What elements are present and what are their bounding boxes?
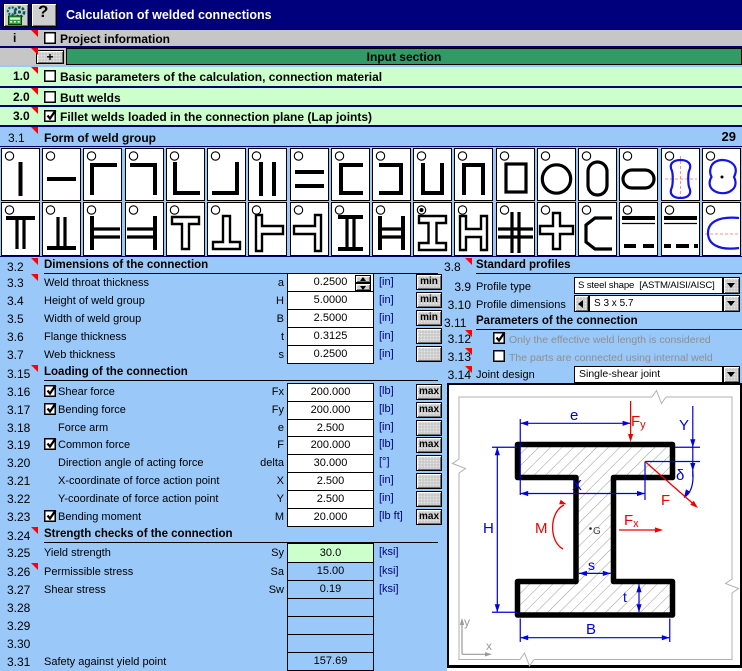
svg-text:M: M (535, 520, 548, 537)
svg-text:e: e (570, 407, 578, 424)
svg-text:δ: δ (676, 467, 684, 484)
svg-text:Y: Y (679, 417, 689, 434)
svg-text:s: s (588, 557, 595, 573)
svg-text:Fx: Fx (624, 512, 639, 530)
svg-text:Fy: Fy (631, 413, 646, 431)
svg-text:G: G (593, 526, 601, 537)
svg-text:H: H (483, 520, 494, 537)
svg-text:B: B (586, 621, 596, 638)
svg-text:t: t (623, 589, 627, 605)
svg-text:x: x (486, 639, 492, 653)
svg-text:y: y (464, 615, 470, 629)
svg-text:F: F (661, 492, 670, 509)
svg-text:X: X (572, 477, 582, 494)
